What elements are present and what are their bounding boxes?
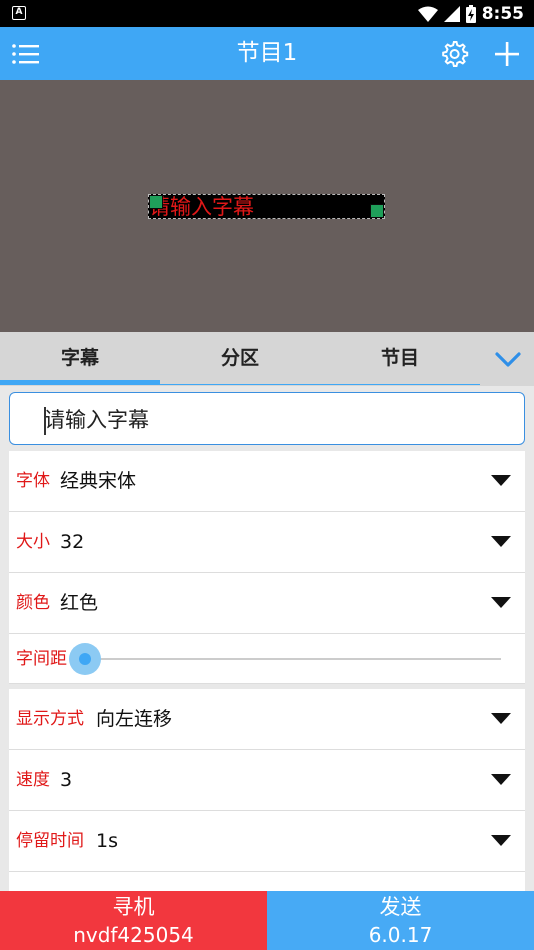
- signal-icon: [443, 5, 460, 22]
- send-label: 发送: [379, 895, 422, 919]
- settings-list: 字体 经典宋体 大小 32 颜色 红色 字间距 显示方式 向左连移 速度 3 停…: [9, 451, 525, 891]
- app-bar: 节目1: [0, 27, 534, 80]
- tab-program[interactable]: 节目: [320, 332, 480, 386]
- font-value: 经典宋体: [60, 470, 137, 492]
- tab-zone[interactable]: 分区: [160, 332, 320, 386]
- search-device-label: 寻机: [112, 895, 155, 919]
- app-badge-icon: A: [12, 6, 26, 20]
- plus-icon: [495, 42, 519, 66]
- caption-preview-text: 请输入字幕: [149, 195, 254, 219]
- stay-time-value: 1s: [96, 830, 118, 852]
- dropdown-arrow-icon[interactable]: [491, 597, 511, 609]
- caption-preview-box[interactable]: 请输入字幕: [148, 194, 385, 219]
- caption-input[interactable]: [9, 392, 525, 445]
- speed-label: 速度: [16, 770, 50, 790]
- status-time: 8:55: [481, 3, 524, 24]
- font-row[interactable]: 字体 经典宋体: [9, 451, 525, 512]
- collapse-panel-button[interactable]: [490, 344, 526, 374]
- tab-caption[interactable]: 字幕: [0, 332, 160, 386]
- status-bar: A 8:55: [0, 0, 534, 27]
- dropdown-arrow-icon[interactable]: [491, 475, 511, 487]
- size-value: 32: [60, 531, 85, 553]
- text-caret: [44, 407, 46, 435]
- device-id: nvdf425054: [73, 923, 194, 947]
- size-row[interactable]: 大小 32: [9, 512, 525, 573]
- wifi-icon: [417, 6, 438, 22]
- dropdown-arrow-icon[interactable]: [491, 536, 511, 548]
- resize-handle-bottom-right[interactable]: [370, 204, 384, 218]
- color-label: 颜色: [16, 593, 50, 613]
- stay-time-label: 停留时间: [16, 831, 84, 851]
- speed-row[interactable]: 速度 3: [9, 750, 525, 811]
- battery-icon: [465, 4, 476, 23]
- send-button[interactable]: 发送 6.0.17: [267, 891, 534, 950]
- color-value: 红色: [60, 592, 99, 614]
- spacing-slider-track[interactable]: [87, 658, 501, 660]
- color-row[interactable]: 颜色 红色: [9, 573, 525, 634]
- tab-bar: 字幕 分区 节目: [0, 332, 534, 386]
- resize-handle-top-left[interactable]: [149, 195, 163, 209]
- version-text: 6.0.17: [368, 923, 433, 947]
- spacing-slider-thumb[interactable]: [79, 653, 91, 665]
- display-mode-value: 向左连移: [96, 708, 173, 730]
- stay-time-row[interactable]: 停留时间 1s: [9, 811, 525, 872]
- dropdown-arrow-icon[interactable]: [491, 774, 511, 786]
- font-label: 字体: [16, 471, 50, 491]
- speed-value: 3: [60, 769, 73, 791]
- settings-button[interactable]: [438, 38, 470, 70]
- dropdown-arrow-icon[interactable]: [491, 713, 511, 725]
- search-device-button[interactable]: 寻机 nvdf425054: [0, 891, 267, 950]
- display-mode-row[interactable]: 显示方式 向左连移: [9, 689, 525, 750]
- status-icons: 8:55: [417, 3, 524, 24]
- size-label: 大小: [16, 532, 50, 552]
- dropdown-arrow-icon[interactable]: [491, 835, 511, 847]
- add-button[interactable]: [490, 37, 524, 71]
- menu-icon: [12, 44, 39, 64]
- spacing-row: 字间距: [9, 634, 525, 684]
- preview-canvas[interactable]: 请输入字幕: [0, 80, 534, 332]
- list-item[interactable]: [9, 872, 525, 891]
- active-tab-indicator: [0, 380, 160, 385]
- menu-button[interactable]: [10, 38, 42, 70]
- display-mode-label: 显示方式: [16, 709, 84, 729]
- chevron-down-icon: [495, 352, 521, 367]
- settings-panel: 字体 经典宋体 大小 32 颜色 红色 字间距 显示方式 向左连移 速度: [0, 386, 534, 891]
- gear-icon: [442, 41, 469, 67]
- bottom-action-bar: 寻机 nvdf425054 发送 6.0.17: [0, 891, 534, 950]
- spacing-label: 字间距: [16, 649, 67, 669]
